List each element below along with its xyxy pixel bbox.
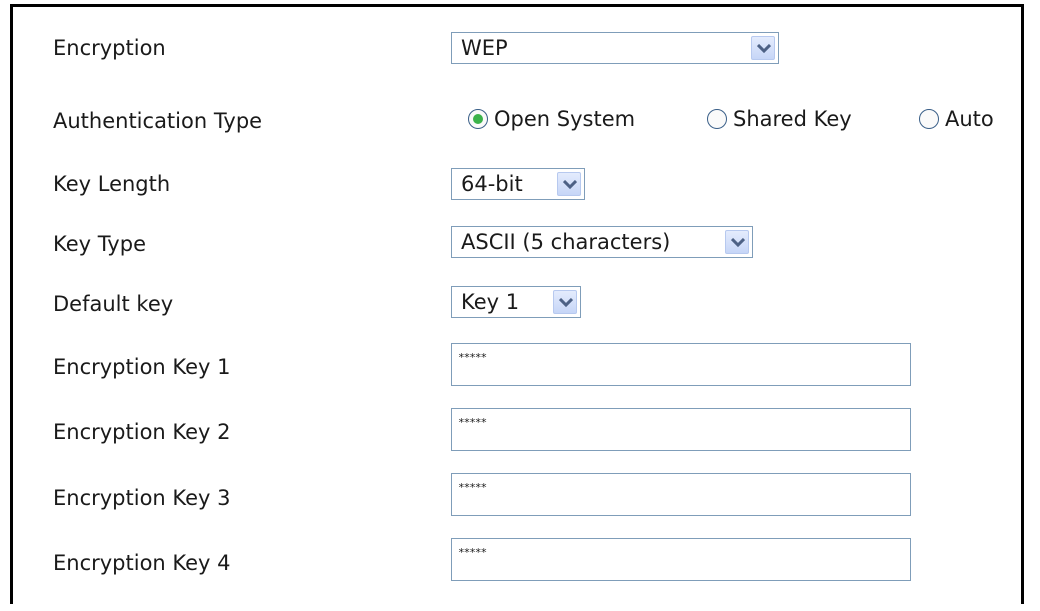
- radio-icon[interactable]: [468, 109, 488, 129]
- key-length-label: Key Length: [53, 172, 171, 196]
- encryption-key-1-value: *****: [458, 351, 487, 364]
- encryption-key-4-value: *****: [458, 546, 487, 559]
- encryption-key-1-label: Encryption Key 1: [53, 355, 231, 379]
- key-length-select-value: 64-bit: [461, 172, 523, 196]
- encryption-key-4-label: Encryption Key 4: [53, 551, 231, 575]
- radio-icon[interactable]: [919, 109, 939, 129]
- encryption-key-3-input[interactable]: *****: [451, 473, 911, 516]
- default-key-label: Default key: [53, 292, 174, 316]
- key-type-select-value: ASCII (5 characters): [461, 230, 671, 254]
- chevron-down-icon[interactable]: [553, 290, 577, 314]
- encryption-key-4-input[interactable]: *****: [451, 538, 911, 581]
- key-type-label: Key Type: [53, 232, 146, 256]
- radio-auto-label: Auto: [945, 107, 994, 131]
- default-key-select[interactable]: Key 1: [451, 286, 581, 318]
- encryption-select-value: WEP: [461, 36, 508, 60]
- chevron-down-icon[interactable]: [725, 230, 749, 254]
- key-length-select[interactable]: 64-bit: [451, 168, 585, 200]
- encryption-key-3-label: Encryption Key 3: [53, 486, 231, 510]
- encryption-select[interactable]: WEP: [451, 32, 779, 64]
- default-key-select-value: Key 1: [461, 290, 520, 314]
- radio-open-system-label: Open System: [494, 107, 636, 131]
- chevron-down-icon[interactable]: [751, 36, 775, 60]
- key-type-select[interactable]: ASCII (5 characters): [451, 226, 753, 258]
- encryption-key-3-value: *****: [458, 481, 487, 494]
- radio-icon[interactable]: [707, 109, 727, 129]
- encryption-label: Encryption: [53, 36, 166, 60]
- authentication-type-label: Authentication Type: [53, 109, 263, 133]
- encryption-key-2-input[interactable]: *****: [451, 408, 911, 451]
- radio-shared-key-label: Shared Key: [733, 107, 852, 131]
- encryption-key-1-input[interactable]: *****: [451, 343, 911, 386]
- encryption-key-2-value: *****: [458, 416, 487, 429]
- encryption-key-2-label: Encryption Key 2: [53, 420, 231, 444]
- chevron-down-icon[interactable]: [557, 172, 581, 196]
